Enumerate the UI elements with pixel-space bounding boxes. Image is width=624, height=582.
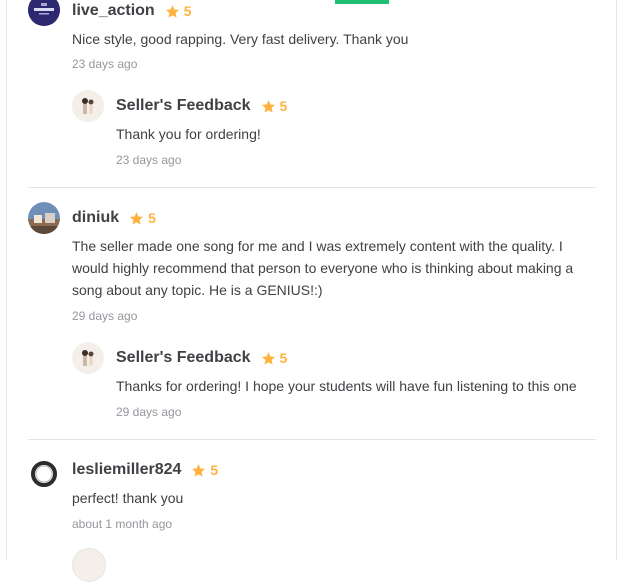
diniuk-avatar-icon: [28, 202, 60, 234]
rating-value: 5: [210, 462, 219, 478]
reply-title: Seller's Feedback: [116, 349, 251, 366]
reply-header: Seller's Feedback 5: [116, 347, 287, 369]
reply-text: Thank you for ordering!: [116, 126, 261, 142]
reply-rating-value: 5: [279, 350, 288, 366]
review-header: diniuk 5: [72, 207, 156, 229]
reply-rating: 5: [261, 98, 288, 114]
reply-title: Seller's Feedback: [116, 97, 251, 114]
seller-avatar-icon: [72, 342, 104, 374]
star-icon: [130, 211, 144, 225]
review-date: 23 days ago: [72, 57, 138, 71]
star-icon: [192, 463, 206, 477]
review-date: 29 days ago: [72, 309, 138, 323]
divider: [28, 439, 596, 440]
avatar[interactable]: [28, 202, 60, 234]
seller-avatar-partial[interactable]: [72, 548, 106, 582]
seller-avatar[interactable]: [72, 342, 104, 374]
review-header: lesliemiller824 5: [72, 459, 218, 481]
star-icon: [261, 99, 275, 113]
star-icon: [165, 4, 179, 18]
rating-value: 5: [183, 3, 192, 19]
review-date: about 1 month ago: [72, 517, 173, 531]
review-text: Nice style, good rapping. Very fast deli…: [72, 31, 409, 47]
username[interactable]: lesliemiller824: [72, 461, 181, 479]
review-text: perfect! thank you: [72, 490, 184, 506]
rating: 5: [191, 462, 218, 478]
seller-avatar-icon: [72, 90, 104, 122]
star-icon: [261, 351, 275, 365]
rating: 5: [129, 210, 156, 226]
rating: 5: [165, 3, 192, 19]
active-tab-indicator: [335, 0, 389, 4]
reply-date: 23 days ago: [116, 153, 182, 167]
username[interactable]: diniuk: [72, 209, 119, 227]
reply-header: Seller's Feedback 5: [116, 95, 287, 117]
reply-rating: 5: [261, 350, 288, 366]
review-header: live_action 5: [72, 0, 192, 22]
seller-avatar[interactable]: [72, 90, 104, 122]
reply-date: 29 days ago: [116, 405, 182, 419]
divider: [28, 187, 596, 188]
rating-value: 5: [148, 210, 156, 226]
avatar[interactable]: [28, 458, 60, 490]
review-text: The seller made one song for me and I wa…: [72, 238, 574, 298]
reply-text: Thanks for ordering! I hope your student…: [116, 378, 577, 394]
username[interactable]: live_action: [72, 2, 155, 20]
ring-avatar-icon: [31, 461, 57, 487]
reply-rating-value: 5: [279, 98, 288, 114]
